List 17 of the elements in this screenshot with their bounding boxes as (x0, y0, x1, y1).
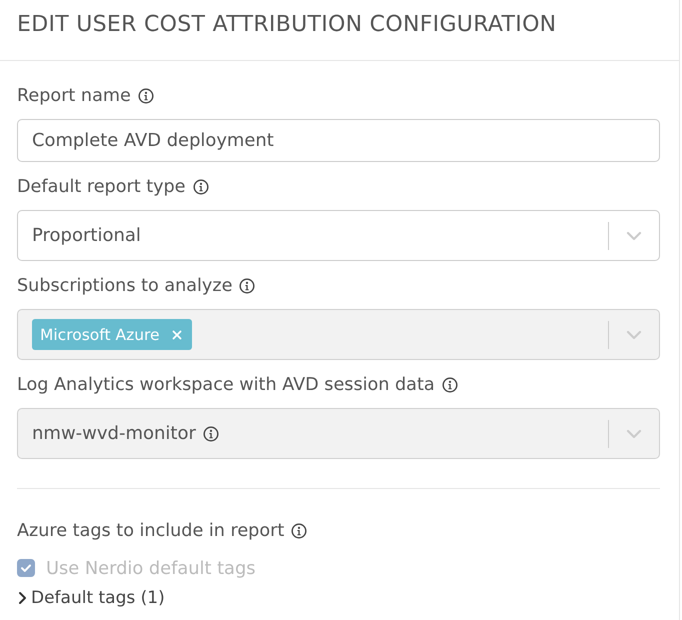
info-icon[interactable] (291, 523, 308, 539)
field-label: Default report type (17, 176, 186, 199)
default-tags-toggle[interactable]: Default tags (1) (17, 585, 165, 611)
info-icon[interactable] (192, 179, 209, 195)
field-label: Log Analytics workspace with AVD session data (17, 374, 435, 397)
section-label: Azure tags to include in report (17, 520, 284, 543)
info-icon[interactable] (138, 88, 154, 104)
select-dropdown[interactable]: Proportional (17, 210, 660, 261)
selected-value: nmw-wvd-monitor (32, 423, 196, 444)
field-label: Report name (17, 85, 131, 108)
selected-value: Proportional (32, 225, 141, 246)
text-input[interactable]: Complete AVD deployment (17, 119, 660, 162)
panel-title: EDIT USER COST ATTRIBUTION CONFIGURATION (17, 12, 556, 37)
info-icon[interactable] (239, 278, 256, 294)
field-label: Subscriptions to analyze (17, 275, 232, 298)
chevron-right-icon[interactable] (17, 591, 27, 605)
info-icon[interactable] (442, 377, 458, 393)
